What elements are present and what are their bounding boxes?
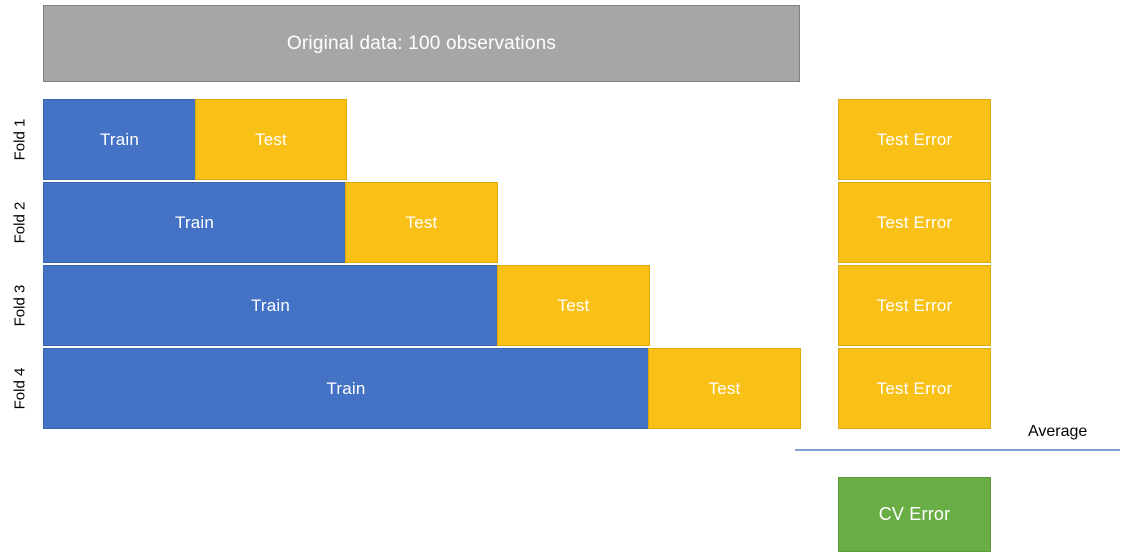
fold-1-test-error-box: Test Error [838, 99, 991, 180]
fold-row: Fold 4 Train Test Test Error [0, 348, 1128, 429]
fold-4-test-segment: Test [648, 348, 801, 429]
fold-label-4: Fold 4 [0, 348, 40, 429]
average-line [795, 449, 1120, 451]
fold-label-text: Fold 4 [11, 367, 29, 410]
fold-row: Fold 3 Train Test Test Error [0, 265, 1128, 346]
fold-4-test-error-box: Test Error [838, 348, 991, 429]
original-data-box: Original data: 100 observations [43, 5, 800, 82]
fold-label-text: Fold 2 [11, 201, 29, 244]
cross-validation-diagram: Original data: 100 observations Fold 1 Tr… [0, 0, 1128, 557]
average-label: Average [1028, 423, 1088, 440]
fold-row: Fold 1 Train Test Test Error [0, 99, 1128, 180]
fold-label-2: Fold 2 [0, 182, 40, 263]
fold-label-3: Fold 3 [0, 265, 40, 346]
fold-4-train-segment: Train [43, 348, 649, 429]
fold-1-train-segment: Train [43, 99, 196, 180]
fold-1-test-segment: Test [195, 99, 347, 180]
fold-row: Fold 2 Train Test Test Error [0, 182, 1128, 263]
fold-label-text: Fold 3 [11, 284, 29, 327]
fold-2-test-segment: Test [345, 182, 498, 263]
fold-3-test-error-box: Test Error [838, 265, 991, 346]
fold-3-train-segment: Train [43, 265, 498, 346]
fold-3-test-segment: Test [497, 265, 650, 346]
fold-2-test-error-box: Test Error [838, 182, 991, 263]
fold-label-1: Fold 1 [0, 99, 40, 180]
fold-2-train-segment: Train [43, 182, 346, 263]
cv-error-box: CV Error [838, 477, 991, 552]
fold-label-text: Fold 1 [11, 118, 29, 161]
